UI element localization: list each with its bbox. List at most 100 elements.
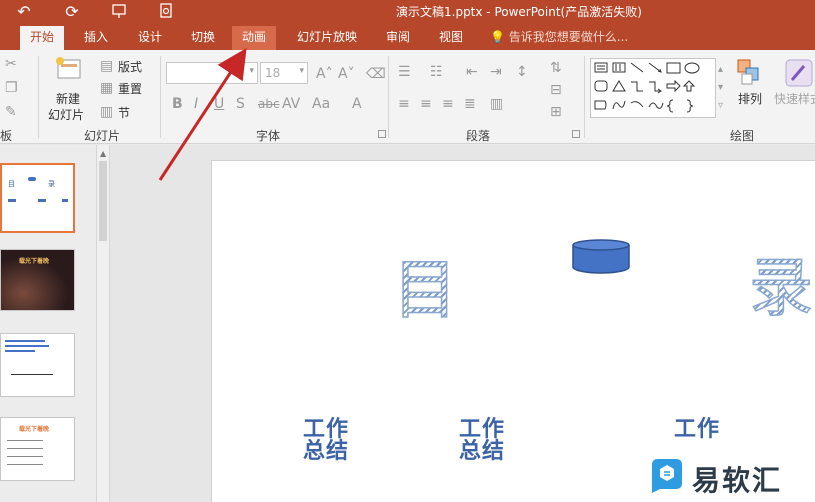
gallery-scroll-up-icon[interactable]: ▴ xyxy=(718,62,723,78)
align-text-icon[interactable]: ⊟ xyxy=(550,82,562,98)
divider xyxy=(388,56,389,138)
slide-item-1[interactable]: 工作 总结 xyxy=(303,419,349,463)
new-slide-label-1[interactable]: 新建 xyxy=(56,90,80,107)
clipboard-group-label: 板 xyxy=(0,129,13,143)
slide-item-3-line1: 工作 xyxy=(674,417,721,442)
font-name-combo[interactable]: ▾ xyxy=(166,62,258,84)
scrollbar-thumb[interactable] xyxy=(99,161,107,241)
gallery-scroll-down-icon[interactable]: ▾ xyxy=(718,80,723,96)
quick-styles-icon[interactable] xyxy=(784,58,814,88)
new-slide-icon[interactable] xyxy=(54,56,84,82)
slide-title-left[interactable]: 目 xyxy=(392,258,458,324)
arrange-icon[interactable] xyxy=(736,58,764,88)
layout-button[interactable]: 版式 xyxy=(118,58,142,75)
columns-icon[interactable]: ▥ xyxy=(490,96,503,112)
copy-icon[interactable]: ❐ xyxy=(5,80,18,96)
tab-transitions[interactable]: 切换 xyxy=(181,26,225,50)
paragraph-dialog-launcher[interactable] xyxy=(572,130,580,138)
thumb-text-line xyxy=(5,345,49,347)
bold-icon[interactable]: B xyxy=(172,96,183,112)
tab-view[interactable]: 视图 xyxy=(429,26,473,50)
thumbnails-scrollbar[interactable]: ▲ xyxy=(96,145,110,502)
workspace: 目 录 载光下着晚 载光下着晚 ▲ 目 录 工作 总结 工作 总结 工作 xyxy=(0,145,815,502)
divider xyxy=(160,56,161,138)
tab-animations[interactable]: 动画 xyxy=(232,26,277,50)
thumb-cylinder xyxy=(28,177,36,181)
thumb-title-left: 目 xyxy=(8,180,15,188)
thumb-title-right: 录 xyxy=(48,180,55,188)
new-slide-label-2[interactable]: 幻灯片 xyxy=(48,106,84,123)
thumb-4-title: 载光下着晚 xyxy=(19,426,50,433)
line-spacing-icon[interactable]: ↕ xyxy=(516,64,528,80)
ribbon: ✂ ❐ ✎ 板 新建 幻灯片 ▤ 版式 ▦ 重置 ▥ 节 幻灯片 ▾ 18 ▾ A… xyxy=(0,50,815,144)
ribbon-tabs: 开始 插入 设计 切换 动画 幻灯片放映 审阅 视图 💡 告诉我您想要做什么..… xyxy=(0,22,815,50)
undo-icon[interactable]: ↶ xyxy=(14,0,34,22)
slide-thumbnail-3[interactable] xyxy=(0,333,75,397)
slide-item-2-line2: 总结 xyxy=(459,439,506,464)
slide-item-2-line1: 工作 xyxy=(459,417,506,442)
arrange-button[interactable]: 排列 xyxy=(738,90,762,107)
tab-slideshow[interactable]: 幻灯片放映 xyxy=(287,26,367,50)
gallery-more-icon[interactable]: ▿ xyxy=(718,98,723,114)
slide-item-2[interactable]: 工作 总结 xyxy=(459,419,505,463)
redo-icon[interactable]: ⟳ xyxy=(62,0,82,22)
lightbulb-icon: 💡 xyxy=(490,30,505,44)
cylinder-shape[interactable] xyxy=(571,239,631,275)
font-size-combo[interactable]: 18 ▾ xyxy=(260,62,308,84)
shadow-icon[interactable]: S xyxy=(236,96,245,112)
preview-icon[interactable] xyxy=(155,0,177,22)
font-color-icon[interactable]: A xyxy=(352,96,362,112)
section-button[interactable]: 节 xyxy=(118,104,130,121)
font-dialog-launcher[interactable] xyxy=(378,130,386,138)
font-group-label: 字体 xyxy=(256,129,281,143)
tab-insert[interactable]: 插入 xyxy=(74,26,118,50)
increase-indent-icon[interactable]: ⇥ xyxy=(490,64,502,80)
slide-thumbnails-pane: 目 录 载光下着晚 载光下着晚 xyxy=(0,145,96,502)
clear-format-icon[interactable]: ⌫ xyxy=(366,66,386,82)
char-spacing-icon[interactable]: AV xyxy=(282,96,300,112)
slide-thumbnail-1[interactable]: 目 录 xyxy=(0,163,75,233)
slide-item-1-line1: 工作 xyxy=(303,417,350,442)
cut-icon[interactable]: ✂ xyxy=(5,56,17,72)
decrease-indent-icon[interactable]: ⇤ xyxy=(466,64,478,80)
thumb-text-line xyxy=(7,440,43,441)
slide-thumbnail-4[interactable]: 载光下着晚 xyxy=(0,417,75,481)
drawing-group-label: 绘图 xyxy=(730,129,755,143)
strikethrough-icon[interactable]: abc xyxy=(258,96,280,112)
slide-item-1-line2: 总结 xyxy=(303,439,350,464)
slides-group-label: 幻灯片 xyxy=(84,129,121,143)
slide-canvas[interactable]: 目 录 工作 总结 工作 总结 工作 xyxy=(211,160,815,502)
thumb-rule xyxy=(11,374,53,375)
align-center-icon[interactable]: ≡ xyxy=(420,96,432,112)
slide-title-right[interactable]: 录 xyxy=(748,256,814,322)
scroll-up-icon[interactable]: ▲ xyxy=(100,149,106,158)
change-case-icon[interactable]: Aa xyxy=(312,96,330,112)
grow-font-icon[interactable]: A˄ xyxy=(316,66,333,82)
slide-thumbnail-2[interactable]: 载光下着晚 xyxy=(0,249,75,311)
paragraph-group-label: 段落 xyxy=(466,129,491,143)
shrink-font-icon[interactable]: A˅ xyxy=(338,66,355,82)
presentation-icon[interactable] xyxy=(108,0,130,22)
align-right-icon[interactable]: ≡ xyxy=(442,96,454,112)
align-left-icon[interactable]: ≡ xyxy=(398,96,410,112)
tab-review[interactable]: 审阅 xyxy=(376,26,420,50)
smartart-icon[interactable]: ⊞ xyxy=(550,104,562,120)
tell-me-search[interactable]: 💡 告诉我您想要做什么... xyxy=(490,26,628,50)
shapes-gallery[interactable] xyxy=(590,58,716,118)
format-painter-icon[interactable]: ✎ xyxy=(5,104,17,120)
quick-styles-button[interactable]: 快速样式 xyxy=(774,90,815,107)
tab-home[interactable]: 开始 xyxy=(20,26,65,50)
thumb-text-line xyxy=(5,340,45,342)
justify-icon[interactable]: ≣ xyxy=(464,96,476,112)
italic-icon[interactable]: I xyxy=(194,96,198,112)
slide-item-3[interactable]: 工作 xyxy=(674,419,720,441)
watermark-text: 易软汇 xyxy=(692,464,783,497)
bullets-icon[interactable]: ☰ xyxy=(398,64,411,80)
numbering-icon[interactable]: ☷ xyxy=(430,64,443,80)
text-direction-icon[interactable]: ⇅ xyxy=(550,60,562,76)
underline-icon[interactable]: U xyxy=(214,96,224,112)
thumb-item xyxy=(8,199,16,202)
reset-button[interactable]: 重置 xyxy=(118,80,142,97)
thumb-text-line xyxy=(7,464,43,465)
tab-design[interactable]: 设计 xyxy=(128,26,172,50)
